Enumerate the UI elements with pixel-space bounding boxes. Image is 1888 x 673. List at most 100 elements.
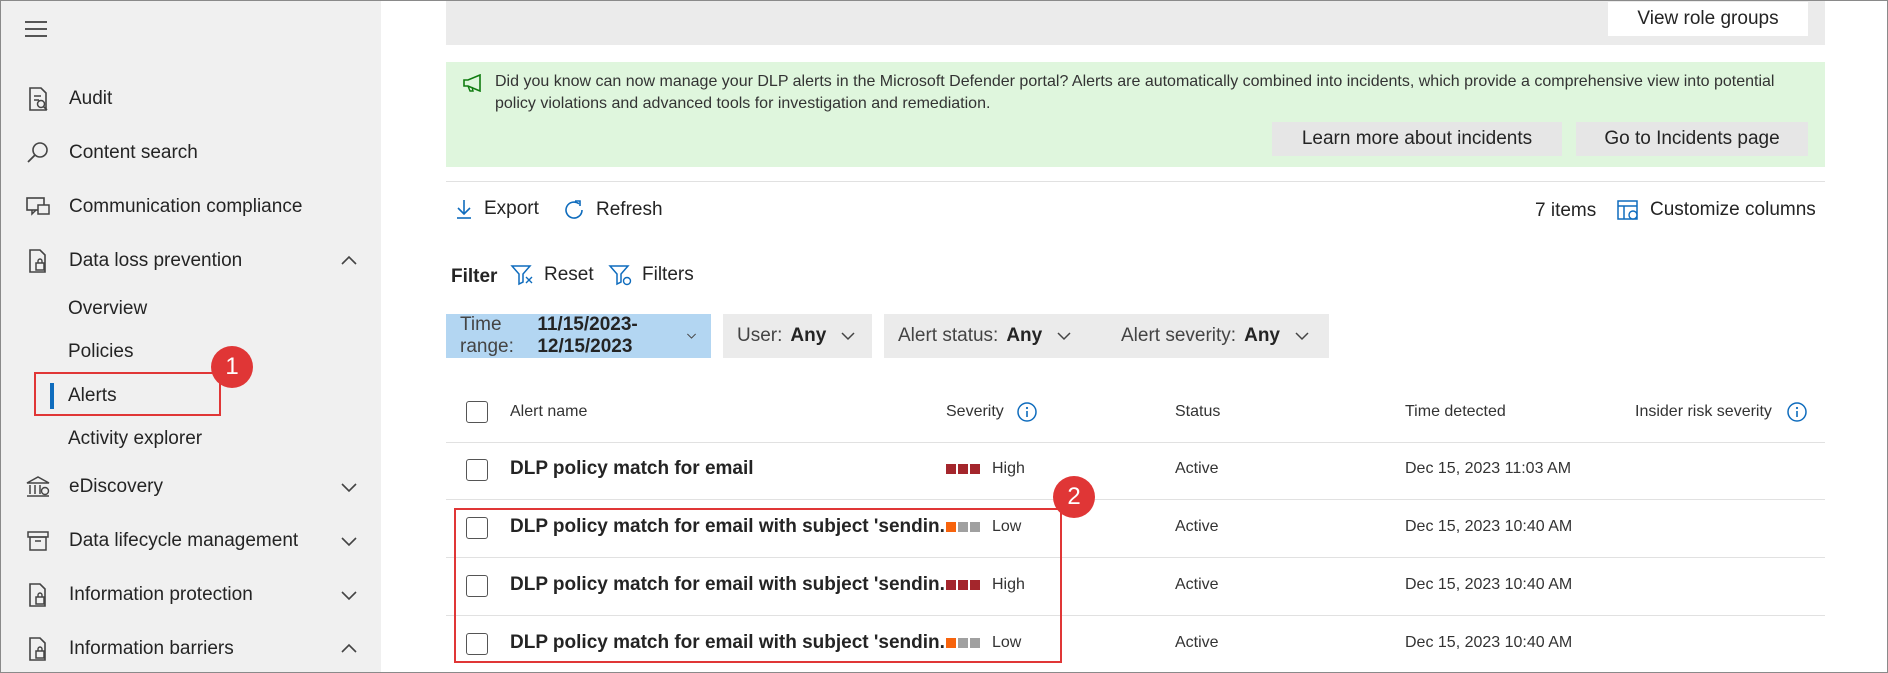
sidebar-item-information-protection[interactable]: Information protection: [1, 571, 381, 619]
sidebar-item-communication-compliance[interactable]: Communication compliance: [1, 183, 381, 231]
sidebar: Audit Content search Communication compl…: [1, 1, 381, 672]
sidebar-item-label: Data loss prevention: [69, 250, 243, 271]
view-role-groups-button[interactable]: View role groups: [1608, 2, 1808, 36]
customize-columns-button[interactable]: Customize columns: [1616, 198, 1816, 222]
customize-columns-icon: [1617, 200, 1638, 220]
status-cell: Active: [1175, 634, 1219, 651]
lock-document-icon: [23, 634, 53, 664]
user-filter[interactable]: User: Any: [723, 314, 872, 358]
export-button[interactable]: Export: [454, 198, 539, 220]
row-checkbox[interactable]: [466, 459, 488, 481]
status-cell: Active: [1175, 460, 1219, 477]
alert-status-label: Alert status:: [898, 325, 999, 346]
refresh-icon: [565, 200, 583, 219]
chevron-down-icon: [841, 332, 855, 341]
info-icon[interactable]: [1786, 401, 1808, 423]
severity-label: High: [992, 460, 1025, 477]
status-cell: Active: [1175, 576, 1219, 593]
sidebar-item-content-search[interactable]: Content search: [1, 129, 381, 177]
annotation-badge-2: 2: [1053, 476, 1095, 518]
chevron-down-icon: [686, 333, 696, 339]
sidebar-item-data-loss-prevention[interactable]: Data loss prevention: [1, 237, 381, 285]
customize-columns-label: Customize columns: [1650, 199, 1816, 220]
sidebar-item-label: Content search: [69, 142, 198, 163]
sidebar-item-label: eDiscovery: [69, 476, 163, 497]
column-header-alert-name[interactable]: Alert name: [510, 403, 587, 421]
select-all-checkbox[interactable]: [466, 401, 488, 423]
chevron-up-icon[interactable]: [339, 639, 359, 659]
sidebar-subitem-activity-explorer[interactable]: Activity explorer: [68, 424, 202, 454]
time-detected-cell: Dec 15, 2023 10:40 AM: [1405, 518, 1573, 535]
audit-icon: [23, 84, 53, 114]
learn-more-incidents-button[interactable]: Learn more about incidents: [1272, 122, 1562, 156]
column-header-severity[interactable]: Severity: [946, 403, 1004, 421]
alert-name-link[interactable]: DLP policy match for email: [510, 458, 754, 480]
sidebar-subitem-overview[interactable]: Overview: [68, 294, 147, 324]
lock-document-icon: [23, 580, 53, 610]
reset-filter-button[interactable]: Reset: [510, 264, 594, 286]
chevron-down-icon[interactable]: [339, 477, 359, 497]
column-header-insider-risk-severity[interactable]: Insider risk severity: [1635, 403, 1772, 421]
annotation-box-alerts-rows: [454, 508, 1062, 663]
severity-bar-segment: [970, 464, 980, 474]
time-range-value: 11/15/2023-12/15/2023: [537, 314, 638, 357]
severity-indicator: High: [946, 460, 1025, 478]
search-icon: [23, 138, 53, 168]
chevron-up-icon[interactable]: [339, 251, 359, 271]
filter-label: Filter: [451, 266, 498, 287]
divider: [446, 181, 1825, 182]
chevron-down-icon: [1295, 332, 1309, 341]
filters-label: Filters: [642, 264, 694, 285]
status-cell: Active: [1175, 518, 1219, 535]
alert-status-value: Any: [1006, 325, 1043, 346]
user-filter-value: Any: [790, 325, 827, 346]
filter-settings-icon: [608, 265, 632, 286]
info-banner: Did you know can now manage your DLP ale…: [446, 62, 1825, 167]
filter-reset-icon: [510, 265, 533, 286]
sidebar-item-label: Information barriers: [69, 638, 234, 659]
filters-button[interactable]: Filters: [608, 264, 694, 286]
export-label: Export: [484, 198, 539, 219]
sidebar-item-data-lifecycle-management[interactable]: Data lifecycle management: [1, 517, 381, 565]
refresh-button[interactable]: Refresh: [562, 198, 663, 222]
annotation-badge-1: 1: [211, 346, 253, 388]
refresh-label: Refresh: [596, 199, 663, 220]
alert-status-filter[interactable]: Alert status: Any: [884, 314, 1095, 358]
column-header-status[interactable]: Status: [1175, 403, 1220, 421]
chat-icon: [23, 192, 53, 222]
sidebar-item-label: Communication compliance: [69, 196, 303, 217]
sidebar-item-label: Audit: [69, 88, 113, 109]
banner-text: Did you know can now manage your DLP ale…: [495, 73, 1775, 112]
top-bar: View role groups: [446, 1, 1825, 45]
severity-bar-segment: [946, 464, 956, 474]
alert-severity-filter[interactable]: Alert severity: Any: [1107, 314, 1329, 358]
megaphone-icon: [462, 73, 486, 97]
severity-bar-segment: [958, 464, 968, 474]
time-detected-cell: Dec 15, 2023 11:03 AM: [1405, 460, 1572, 477]
chevron-down-icon: [1057, 332, 1071, 341]
sidebar-subitem-policies[interactable]: Policies: [68, 337, 133, 367]
download-icon: [457, 200, 471, 219]
time-range-filter[interactable]: Time range: 11/15/2023-12/15/2023: [446, 314, 711, 358]
info-icon[interactable]: [1016, 401, 1038, 423]
lock-document-icon: [23, 246, 53, 276]
items-count: 7 items: [1535, 200, 1597, 221]
bank-icon: [23, 472, 53, 502]
alert-severity-label: Alert severity:: [1121, 325, 1237, 346]
go-to-incidents-button[interactable]: Go to Incidents page: [1576, 122, 1808, 156]
chevron-down-icon[interactable]: [339, 585, 359, 605]
time-range-label: Time range:: [460, 314, 514, 357]
sidebar-item-ediscovery[interactable]: eDiscovery: [1, 463, 381, 511]
user-filter-label: User:: [737, 325, 783, 346]
hamburger-menu-icon[interactable]: [25, 21, 49, 39]
column-header-time-detected[interactable]: Time detected: [1405, 403, 1506, 421]
chevron-down-icon[interactable]: [339, 531, 359, 551]
time-detected-cell: Dec 15, 2023 10:40 AM: [1405, 576, 1573, 593]
sidebar-item-information-barriers[interactable]: Information barriers: [1, 625, 381, 673]
annotation-box-alerts: [34, 372, 221, 416]
reset-label: Reset: [544, 264, 594, 285]
archive-icon: [23, 526, 53, 556]
alert-severity-value: Any: [1244, 325, 1280, 346]
sidebar-item-audit[interactable]: Audit: [1, 75, 381, 123]
sidebar-item-label: Information protection: [69, 584, 253, 605]
